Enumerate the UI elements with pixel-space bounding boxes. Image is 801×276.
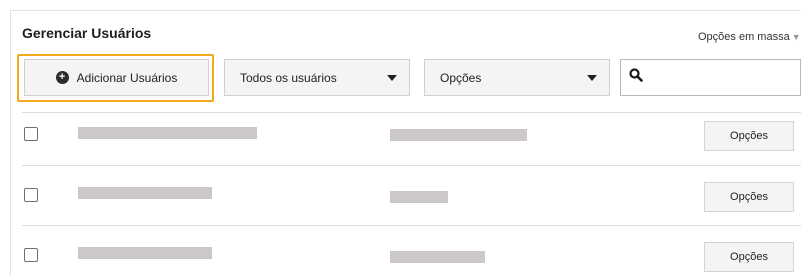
user-name-placeholder xyxy=(78,187,212,199)
dropdown-arrow-icon xyxy=(387,75,397,81)
search-icon xyxy=(629,68,643,87)
user-email-placeholder xyxy=(390,191,448,203)
add-users-button[interactable]: + Adicionar Usuários xyxy=(24,59,209,96)
manage-users-panel xyxy=(10,10,801,276)
users-filter-value: Todos os usuários xyxy=(240,70,337,85)
page-title: Gerenciar Usuários xyxy=(22,25,152,41)
row-checkbox[interactable] xyxy=(24,127,38,141)
dropdown-arrow-icon xyxy=(587,75,597,81)
add-users-label: Adicionar Usuários xyxy=(76,70,178,85)
user-name-placeholder xyxy=(78,127,257,139)
divider xyxy=(22,112,801,113)
options-select-value: Opções xyxy=(440,70,482,85)
row-options-button[interactable]: Opções xyxy=(704,121,794,151)
bulk-options-label: Opções em massa xyxy=(698,31,790,43)
users-filter-select[interactable]: Todos os usuários xyxy=(224,59,410,96)
search-box[interactable] xyxy=(620,59,801,96)
user-email-placeholder xyxy=(390,251,485,263)
divider xyxy=(22,225,801,226)
user-email-placeholder xyxy=(390,129,527,141)
row-checkbox[interactable] xyxy=(24,248,38,262)
search-input[interactable] xyxy=(649,62,799,93)
options-select[interactable]: Opções xyxy=(424,59,610,96)
divider xyxy=(22,165,801,166)
bulk-options-dropdown[interactable]: Opções em massa ▼ xyxy=(698,31,801,43)
user-name-placeholder xyxy=(78,247,212,259)
row-options-button[interactable]: Opções xyxy=(704,182,794,212)
row-checkbox[interactable] xyxy=(24,188,38,202)
row-options-button[interactable]: Opções xyxy=(704,242,794,272)
plus-circle-icon: + xyxy=(55,71,69,84)
caret-down-icon: ▼ xyxy=(791,32,801,42)
